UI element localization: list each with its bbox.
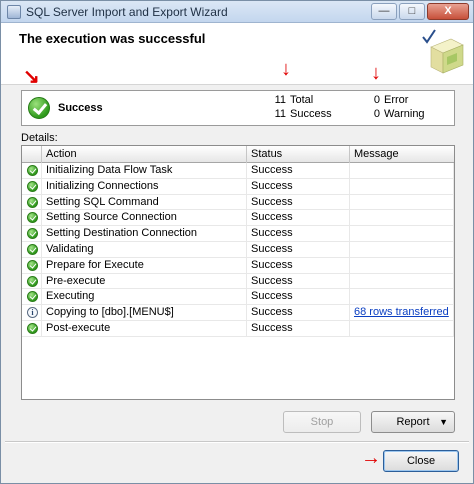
report-button-label: Report [396, 416, 430, 428]
annotation-arrow-icon: ↘ [23, 66, 40, 88]
window-title: SQL Server Import and Export Wizard [26, 5, 228, 19]
report-button[interactable]: Report ▼ [371, 411, 455, 433]
details-grid[interactable]: Action Status Message Initializing Data … [21, 145, 455, 400]
status-cell: Success [247, 210, 350, 226]
close-window-button[interactable]: X [427, 3, 469, 20]
footer-divider [5, 441, 469, 443]
table-row[interactable]: i Copying to [dbo].[MENU$] Success 68 ro… [22, 305, 454, 321]
total-count: 11 [274, 94, 286, 106]
status-cell: Success [247, 163, 350, 178]
annotation-arrow-icon: ↓ [281, 58, 291, 80]
total-stat: 11 Total [266, 94, 314, 106]
table-row[interactable]: Validating Success [22, 241, 454, 258]
status-cell: Success [247, 178, 350, 194]
message-cell [350, 241, 454, 257]
success-icon [27, 291, 38, 303]
message-cell [350, 194, 454, 210]
table-row[interactable]: Setting SQL Command Success [22, 194, 454, 211]
success-icon [27, 196, 38, 208]
message-cell [350, 226, 454, 241]
icon-column-header[interactable] [22, 146, 42, 163]
message-cell [350, 210, 454, 226]
table-row[interactable]: Initializing Data Flow Task Success [22, 163, 454, 179]
action-cell: Post-execute [42, 320, 247, 336]
error-label: Error [384, 94, 409, 106]
success-icon [27, 275, 38, 287]
action-cell: Initializing Data Flow Task [42, 163, 247, 178]
wizard-window: SQL Server Import and Export Wizard — □ … [0, 0, 474, 484]
success-icon [27, 259, 38, 271]
table-row[interactable]: Post-execute Success [22, 320, 454, 337]
table-row[interactable]: Initializing Connections Success [22, 178, 454, 195]
summary-panel: Success 11 Total 11 Success 0 Error 0 Warnin… [21, 90, 455, 126]
page-title: The execution was successful [19, 31, 206, 46]
header-band: The execution was successful [1, 23, 473, 85]
rows-transferred-link[interactable]: 68 rows transferred [354, 306, 449, 318]
action-column-header[interactable]: Action [42, 146, 247, 163]
table-row[interactable]: Prepare for Execute Success [22, 257, 454, 274]
status-column-header[interactable]: Status [247, 146, 350, 163]
message-cell [350, 178, 454, 194]
action-cell: Pre-execute [42, 273, 247, 289]
message-column-header[interactable]: Message [350, 146, 454, 163]
total-label: Total [290, 94, 314, 106]
maximize-button[interactable]: □ [399, 3, 425, 20]
message-cell [350, 320, 454, 336]
success-icon [27, 322, 38, 334]
action-cell: Setting Source Connection [42, 210, 247, 226]
warning-stat: 0 Warning [360, 108, 425, 120]
action-cell: Prepare for Execute [42, 257, 247, 273]
table-row[interactable]: Setting Destination Connection Success [22, 226, 454, 242]
success-count: 11 [274, 108, 286, 120]
action-cell: Executing [42, 289, 247, 305]
status-cell: Success [247, 273, 350, 289]
info-icon: i [27, 307, 38, 319]
message-cell [350, 163, 454, 178]
success-label: Success [290, 108, 332, 120]
details-label: Details: [21, 132, 58, 144]
status-cell: Success [247, 241, 350, 257]
success-icon [27, 212, 38, 224]
action-cell: Setting SQL Command [42, 194, 247, 210]
status-cell: Success [247, 305, 350, 320]
status-cell: Success [247, 320, 350, 336]
message-cell [350, 273, 454, 289]
error-stat: 0 Error [360, 94, 409, 106]
status-cell: Success [247, 257, 350, 273]
error-count: 0 [373, 94, 380, 106]
success-icon [27, 243, 38, 255]
dropdown-arrow-icon: ▼ [439, 417, 448, 427]
title-bar[interactable]: SQL Server Import and Export Wizard — □ … [1, 1, 473, 23]
app-icon [7, 5, 21, 19]
action-cell: Initializing Connections [42, 178, 247, 194]
grid-header: Action Status Message [22, 146, 454, 163]
success-icon [27, 165, 38, 176]
window-controls: — □ X [371, 3, 469, 20]
warning-label: Warning [384, 108, 425, 120]
summary-status: Success [58, 102, 103, 114]
action-cell: Copying to [dbo].[MENU$] [42, 305, 247, 320]
annotation-arrow-icon: ↓ [371, 62, 381, 84]
status-cell: Success [247, 194, 350, 210]
warning-count: 0 [373, 108, 380, 120]
success-stat: 11 Success [266, 108, 332, 120]
table-row[interactable]: Setting Source Connection Success [22, 210, 454, 227]
status-cell: Success [247, 226, 350, 241]
annotation-arrow-icon: → [361, 447, 381, 469]
table-row[interactable]: Pre-execute Success [22, 273, 454, 290]
status-cell: Success [247, 289, 350, 305]
message-cell [350, 289, 454, 305]
success-icon [27, 180, 38, 192]
success-icon [28, 97, 50, 119]
action-cell: Setting Destination Connection [42, 226, 247, 241]
close-button[interactable]: Close [383, 450, 459, 472]
message-cell [350, 257, 454, 273]
minimize-button[interactable]: — [371, 3, 397, 20]
stop-button[interactable]: Stop [283, 411, 361, 433]
wizard-graphic-icon [422, 29, 464, 74]
table-row[interactable]: Executing Success [22, 289, 454, 306]
action-cell: Validating [42, 241, 247, 257]
success-icon [27, 228, 38, 240]
